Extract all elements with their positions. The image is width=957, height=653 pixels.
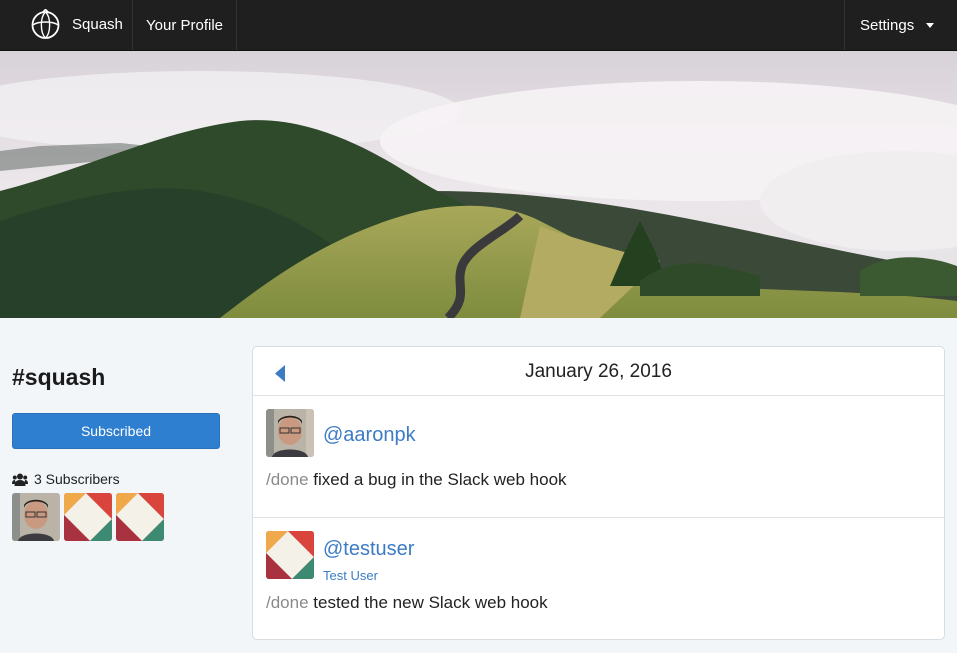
post-username[interactable]: @aaronpk [323, 424, 416, 447]
post-command: /done [266, 470, 309, 489]
chevron-left-icon[interactable] [274, 365, 286, 382]
post-item: @testuser Test User /done tested the new… [253, 518, 944, 639]
post-message: tested the new Slack web hook [308, 593, 548, 612]
date-heading: January 26, 2016 [525, 361, 672, 382]
brand-label: Squash [72, 16, 123, 33]
post-command: /done [266, 593, 309, 612]
settings-dropdown[interactable]: Settings [844, 0, 957, 50]
subscriber-avatars [12, 493, 164, 541]
post-fullname: Test User [323, 568, 378, 583]
avatar-aaronpk[interactable] [12, 493, 60, 541]
nav-your-profile[interactable]: Your Profile [133, 0, 237, 50]
card-header: January 26, 2016 [253, 347, 944, 396]
posts-card: January 26, 2016 @aaronpk /done fixed a … [252, 346, 945, 640]
post-text: /done tested the new Slack web hook [266, 593, 548, 613]
users-icon [12, 473, 28, 486]
subscribed-button[interactable]: Subscribed [12, 413, 220, 449]
post-item: @aaronpk /done fixed a bug in the Slack … [253, 396, 944, 518]
post-username[interactable]: @testuser [323, 538, 414, 561]
post-message: fixed a bug in the Slack web hook [308, 470, 567, 489]
squash-logo-icon [31, 9, 60, 39]
channel-title: #squash [12, 364, 106, 390]
post-text: /done fixed a bug in the Slack web hook [266, 470, 567, 490]
avatar-testuser[interactable] [266, 531, 314, 579]
brand-link[interactable]: Squash [0, 0, 133, 50]
subscriber-count: 3 Subscribers [12, 471, 120, 487]
settings-label: Settings [860, 16, 915, 34]
subscriber-count-label: 3 Subscribers [34, 471, 120, 487]
avatar-aaronpk[interactable] [266, 409, 314, 457]
channel-cover-image [0, 51, 957, 318]
top-navbar: Squash Your Profile Settings [0, 0, 957, 51]
avatar-testuser[interactable] [116, 493, 164, 541]
chevron-down-icon [926, 22, 935, 28]
avatar-testuser[interactable] [64, 493, 112, 541]
